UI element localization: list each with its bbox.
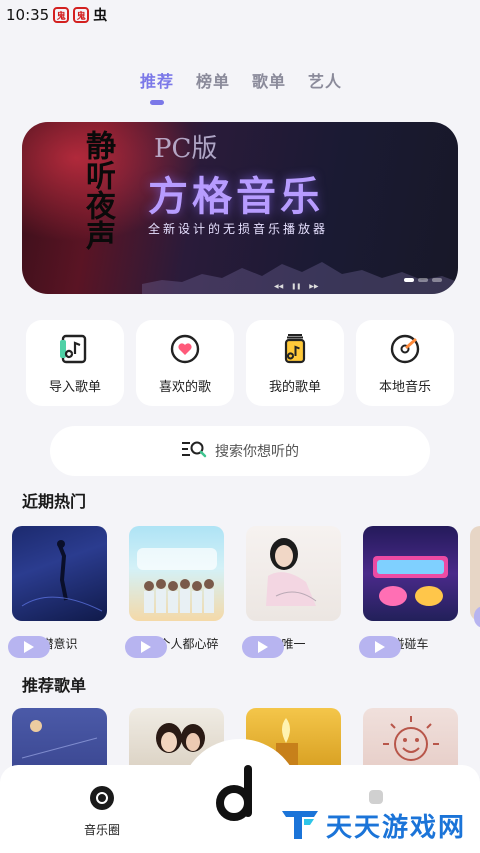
section-title-hot: 近期热门 — [22, 492, 87, 511]
import-playlist-button[interactable]: 导入歌单 — [26, 320, 124, 406]
search-input[interactable]: 搜索你想听的 — [215, 441, 299, 461]
my-playlists-label: 我的歌单 — [268, 379, 321, 395]
vinyl-icon — [89, 785, 115, 815]
play-button[interactable] — [125, 636, 167, 658]
hot-item[interactable]: 让每个人都心碎 — [125, 526, 224, 658]
local-music-label: 本地音乐 — [378, 379, 431, 395]
status-time: 10:35 — [6, 6, 50, 24]
nav-music-circle[interactable]: 音乐圈 — [84, 785, 120, 838]
my-playlist-icon — [278, 332, 312, 366]
search-bar[interactable]: 搜索你想听的 — [50, 426, 430, 476]
album-cover — [12, 526, 107, 621]
quick-actions: 导入歌单 喜欢的歌 我的歌单 本地音乐 — [26, 320, 454, 406]
song-title: 唯一 — [281, 637, 306, 651]
tab-indicator — [150, 100, 164, 105]
import-playlist-label: 导入歌单 — [48, 379, 101, 395]
tab-charts[interactable]: 榜单 — [196, 68, 230, 92]
tab-recommend[interactable]: 推荐 — [140, 68, 174, 92]
section-title-recommend: 推荐歌单 — [22, 676, 87, 695]
watermark: 天天游戏网 — [280, 805, 466, 845]
nav-music-circle-label: 音乐圈 — [84, 823, 121, 837]
banner-title: 方格音乐 — [148, 174, 324, 220]
top-tabs: 推荐 榜单 歌单 艺人 — [140, 68, 342, 92]
promo-banner[interactable]: 静听夜声 PC版 方格音乐 全新设计的无损音乐播放器 ◀◀ ❚❚ ▶▶ — [22, 122, 458, 294]
liked-songs-button[interactable]: 喜欢的歌 — [136, 320, 234, 406]
banner-player-controls: ◀◀ ❚❚ ▶▶ — [274, 283, 319, 290]
tab-artists[interactable]: 艺人 — [308, 68, 342, 92]
play-button[interactable] — [242, 636, 284, 658]
banner-subtitle: 全新设计的无损音乐播放器 — [148, 222, 329, 236]
pager-dot[interactable] — [404, 278, 414, 282]
cover-art — [373, 556, 448, 606]
watermark-text: 天天游戏网 — [325, 812, 466, 843]
local-disc-icon — [388, 332, 422, 366]
status-bar: 10:35 鬼 鬼 虫 — [0, 0, 480, 30]
banner-pager — [404, 278, 442, 282]
banner-calligraphy: 静听夜声 — [80, 130, 115, 250]
hot-item[interactable]: 潜意识 — [8, 526, 107, 658]
app-notification-icon: 鬼 — [73, 7, 90, 23]
hot-item[interactable]: 碰碰车 — [359, 526, 458, 658]
nav-center-logo[interactable] — [216, 763, 262, 827]
tab-playlists[interactable]: 歌单 — [252, 68, 286, 92]
my-playlists-button[interactable]: 我的歌单 — [246, 320, 344, 406]
banner-badge: PC版 — [154, 134, 218, 164]
album-cover — [246, 526, 341, 621]
search-icon — [181, 439, 207, 463]
pager-dot[interactable] — [418, 278, 428, 282]
app-notification-icon: 鬼 — [53, 7, 70, 23]
pager-dot[interactable] — [432, 278, 442, 282]
cover-art — [266, 538, 317, 606]
bottom-nav: 音乐圈 天天游戏网 — [0, 739, 480, 853]
play-button[interactable] — [8, 636, 50, 658]
hot-item[interactable]: 唯一 — [242, 526, 341, 658]
album-cover — [129, 526, 224, 621]
cover-art — [21, 540, 103, 612]
watermark-logo-icon — [280, 805, 320, 845]
local-music-button[interactable]: 本地音乐 — [356, 320, 454, 406]
cover-art — [137, 548, 217, 613]
hot-list: 潜意识 让每个人都心碎 唯一 碰碰车 — [8, 526, 480, 658]
app-logo-icon — [216, 763, 262, 827]
bug-icon: 虫 — [93, 8, 108, 24]
liked-songs-label: 喜欢的歌 — [158, 379, 211, 395]
import-playlist-icon — [58, 332, 92, 366]
album-cover — [363, 526, 458, 621]
play-button[interactable] — [359, 636, 401, 658]
heart-icon — [168, 332, 202, 366]
